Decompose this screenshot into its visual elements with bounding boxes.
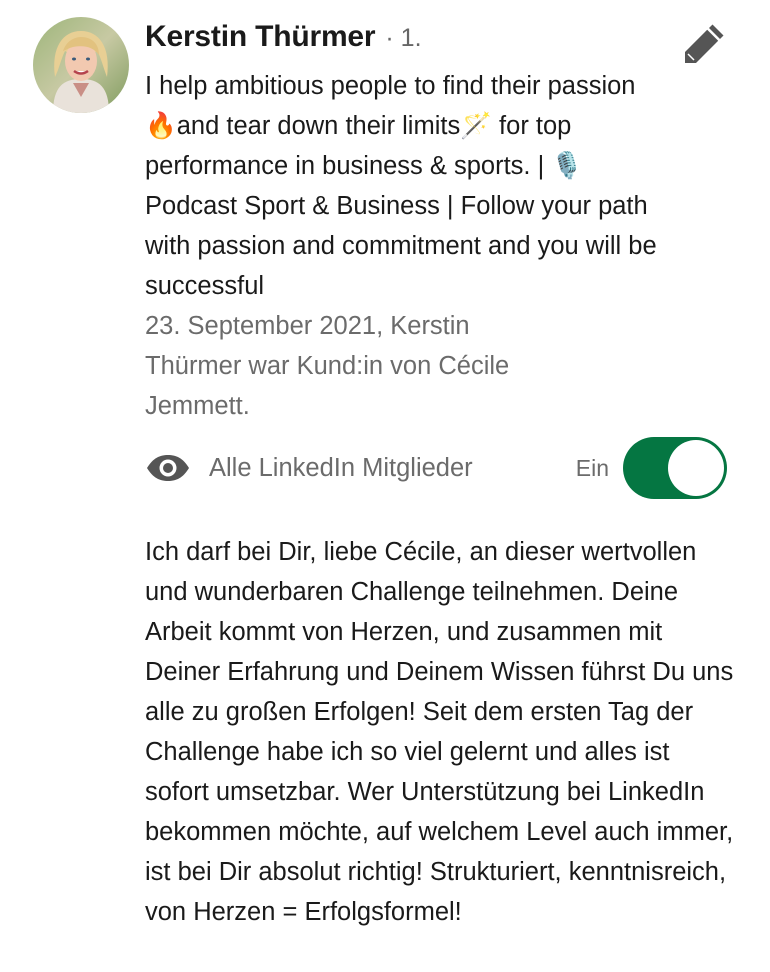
visibility-toggle[interactable]	[623, 437, 727, 499]
visibility-label: Alle LinkedIn Mitglieder	[209, 453, 473, 482]
avatar-photo	[33, 17, 129, 113]
toggle-knob	[668, 440, 724, 496]
recommendation-text: Ich darf bei Dir, liebe Cécile, an diese…	[145, 538, 734, 926]
avatar[interactable]	[33, 17, 129, 113]
author-name[interactable]: Kerstin Thürmer	[145, 20, 376, 54]
author-headline: I help ambitious people to find their pa…	[145, 72, 657, 300]
recommendation-meta: 23. September 2021, Kerstin Thürmer war …	[145, 312, 510, 420]
visibility-setting[interactable]: Alle LinkedIn Mitglieder	[145, 438, 473, 498]
toggle-state-label: Ein	[575, 454, 609, 481]
eye-icon	[147, 455, 189, 481]
connection-degree: · 1.	[385, 24, 422, 52]
visibility-row: Alle LinkedIn Mitglieder Ein	[145, 437, 727, 499]
